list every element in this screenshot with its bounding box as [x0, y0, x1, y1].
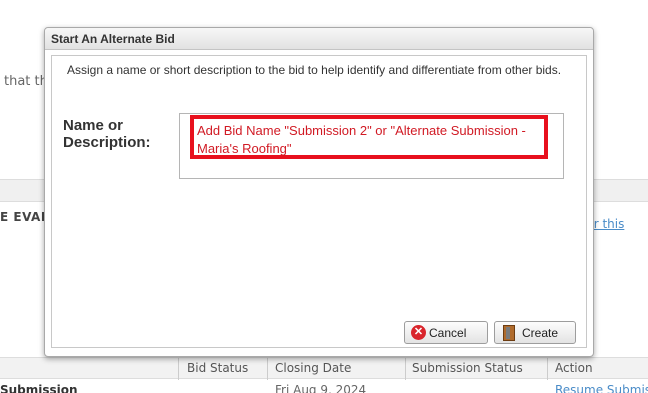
dialog-description: Assign a name or short description to th… [67, 63, 562, 77]
row-closing-date: Fri Aug 9, 2024 [275, 383, 367, 393]
bids-table-header: Bid Status Closing Date Submission Statu… [0, 357, 648, 380]
row-action-link[interactable]: Resume Submis [555, 383, 648, 393]
name-field-label: Name or Description: [63, 117, 151, 151]
column-closing-date[interactable]: Closing Date [275, 361, 351, 375]
column-divider [547, 358, 548, 380]
column-submission-status[interactable]: Submission Status [412, 361, 523, 375]
alternate-bid-dialog: Start An Alternate Bid Assign a name or … [44, 27, 594, 357]
door-icon [501, 324, 517, 341]
column-divider [178, 358, 179, 380]
cancel-button[interactable]: ✕ Cancel [404, 321, 488, 344]
column-divider [405, 358, 406, 380]
column-divider [267, 358, 268, 380]
background-section-label: E EVAL [0, 210, 49, 224]
cancel-icon: ✕ [411, 325, 426, 340]
dialog-title: Start An Alternate Bid [45, 28, 593, 50]
dialog-body [51, 55, 587, 348]
cancel-button-label: Cancel [429, 325, 467, 340]
create-button[interactable]: Create [494, 321, 576, 344]
column-bid-status[interactable]: Bid Status [187, 361, 248, 375]
column-action[interactable]: Action [555, 361, 593, 375]
background-intro-text: that th [4, 74, 48, 89]
row-submission-name: Submission [0, 383, 78, 393]
create-button-label: Create [522, 325, 559, 340]
instruction-annotation: Add Bid Name "Submission 2" or "Alternat… [190, 115, 548, 159]
